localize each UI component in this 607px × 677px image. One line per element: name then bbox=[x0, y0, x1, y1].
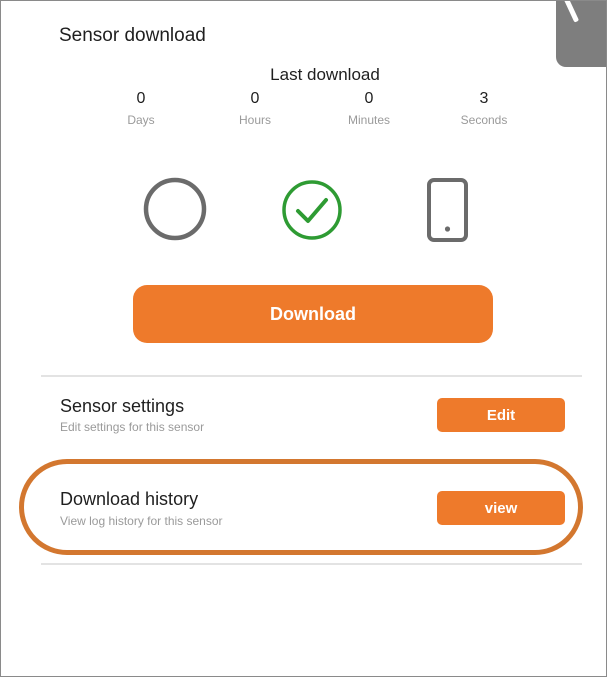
app-screen: Sensor download Last download 0 Days 0 H… bbox=[0, 0, 607, 677]
corner-tab bbox=[556, 1, 606, 67]
counter-seconds: 3 Seconds bbox=[424, 90, 544, 127]
divider bbox=[41, 375, 582, 377]
download-button[interactable]: Download bbox=[133, 285, 493, 343]
download-history-title: Download history bbox=[60, 489, 199, 509]
phone-icon bbox=[427, 178, 468, 242]
counter-value: 0 bbox=[250, 90, 260, 107]
sensor-settings-subtitle: Edit settings for this sensor bbox=[60, 420, 205, 434]
sensor-settings-title: Sensor settings bbox=[60, 396, 185, 416]
counter-unit: Days bbox=[127, 113, 155, 127]
counter-unit: Seconds bbox=[460, 113, 508, 127]
last-download-label: Last download bbox=[270, 65, 380, 84]
page-title: Sensor download bbox=[59, 25, 206, 46]
counter-unit: Minutes bbox=[347, 113, 391, 127]
counter-minutes: 0 Minutes bbox=[309, 90, 429, 127]
counter-hours: 0 Hours bbox=[195, 90, 315, 127]
view-button[interactable]: view bbox=[437, 491, 565, 525]
counter-value: 0 bbox=[364, 90, 374, 107]
download-history-subtitle: View log history for this sensor bbox=[60, 514, 223, 528]
counter-value: 3 bbox=[479, 90, 489, 107]
counter-days: 0 Days bbox=[81, 90, 201, 127]
counter-value: 0 bbox=[136, 90, 146, 107]
edit-button[interactable]: Edit bbox=[437, 398, 565, 432]
check-circle-icon bbox=[282, 180, 342, 240]
empty-circle-icon bbox=[143, 177, 207, 241]
divider bbox=[41, 563, 582, 565]
slash-mark bbox=[561, 1, 580, 23]
counter-unit: Hours bbox=[238, 113, 271, 127]
